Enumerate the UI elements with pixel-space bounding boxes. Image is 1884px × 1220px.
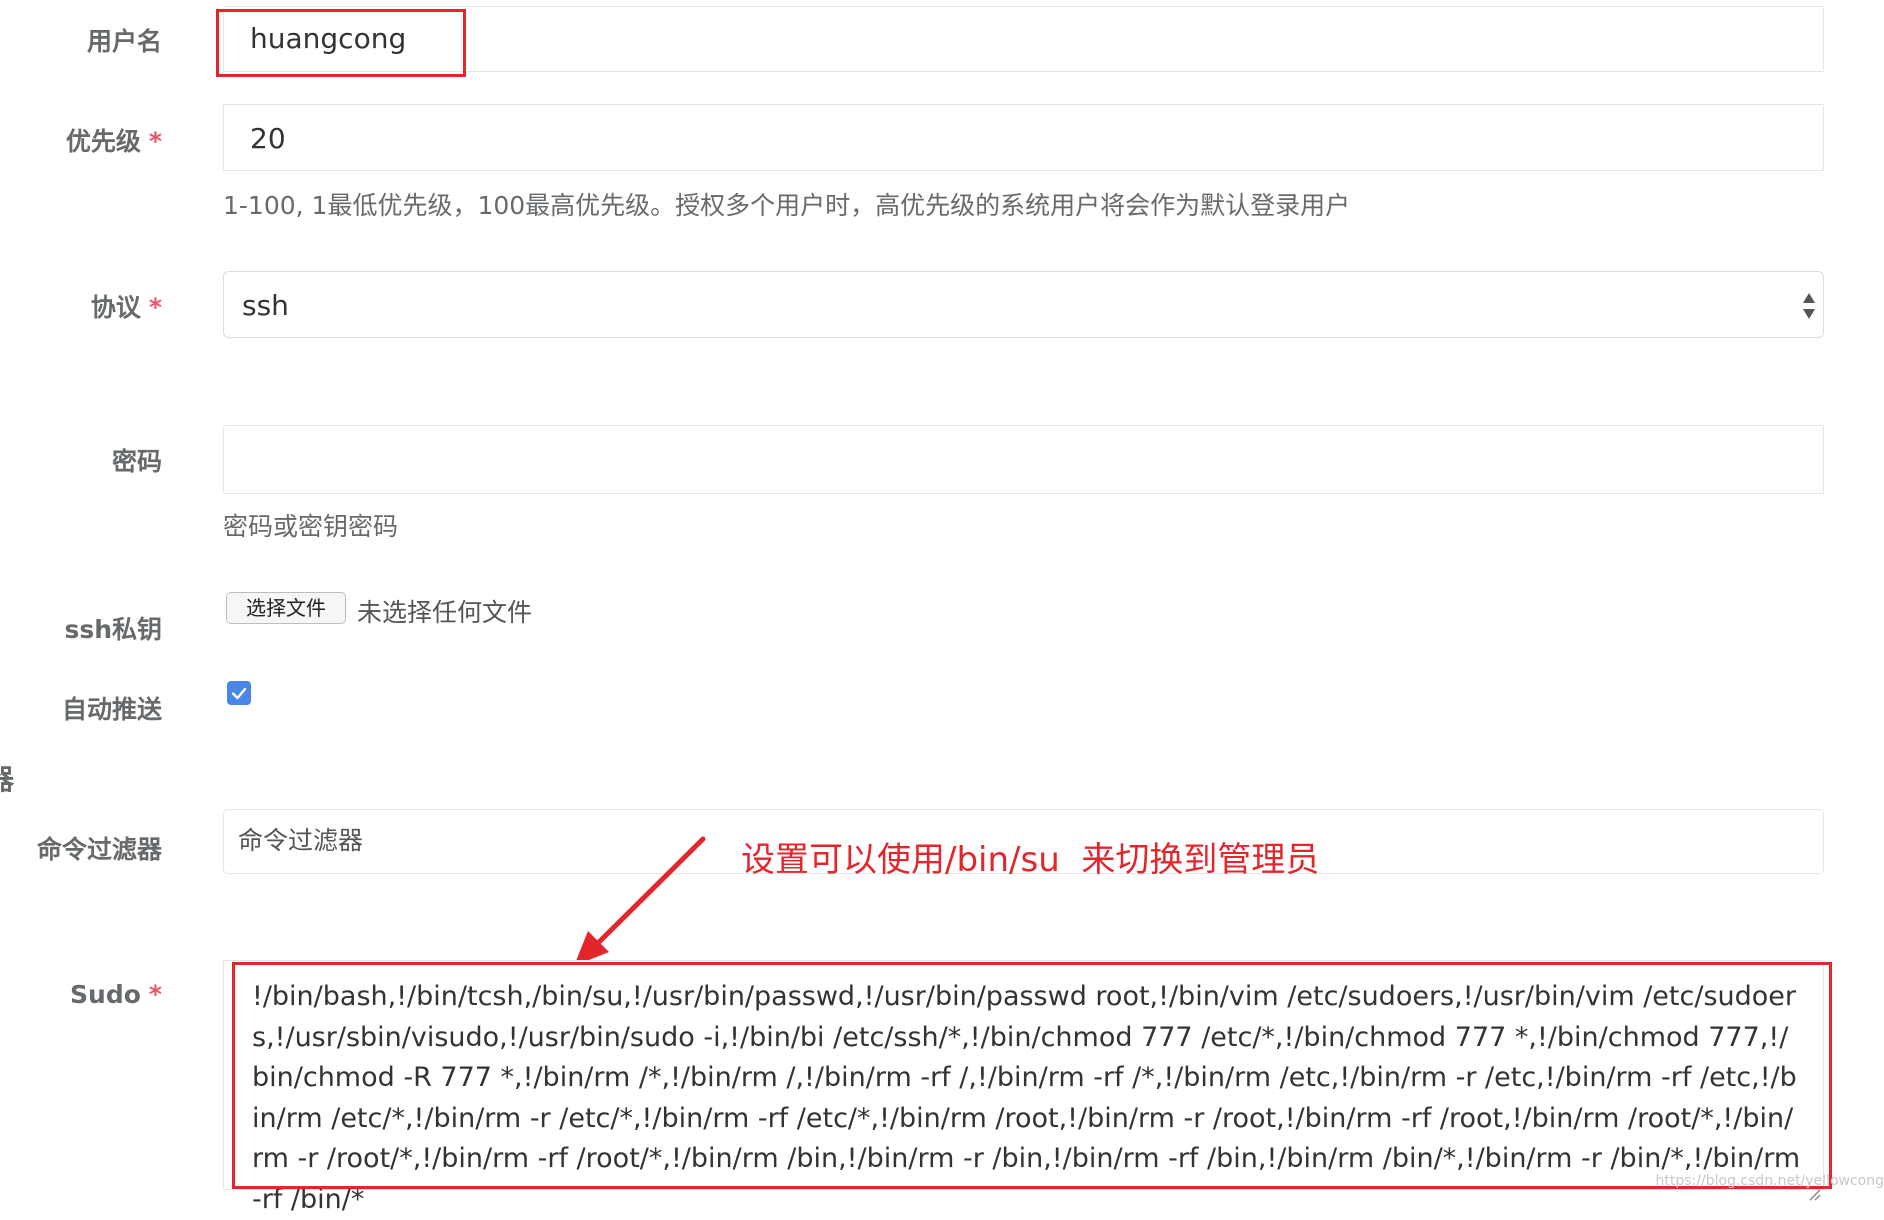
password-help-text: 密码或密钥密码 bbox=[223, 512, 399, 541]
protocol-value: ssh bbox=[242, 289, 289, 322]
username-label: 用户名 bbox=[86, 27, 162, 56]
checkmark-icon bbox=[231, 687, 247, 700]
protocol-select[interactable]: ssh bbox=[223, 271, 1824, 338]
cmd-filter-label: 命令过滤器 bbox=[36, 835, 162, 864]
required-asterisk: * bbox=[148, 293, 162, 322]
sudo-textarea[interactable]: !/bin/bash,!/bin/tcsh,/bin/su,!/usr/bin/… bbox=[223, 960, 1824, 1215]
protocol-label: 协议 * bbox=[90, 293, 162, 322]
ssh-key-label: ssh私钥 bbox=[64, 615, 162, 644]
watermark: https://blog.csdn.net/yellowcong bbox=[1655, 1173, 1884, 1189]
file-status-text: 未选择任何文件 bbox=[357, 598, 533, 627]
sudo-value: !/bin/bash,!/bin/tcsh,/bin/su,!/usr/bin/… bbox=[252, 981, 1801, 1215]
priority-label: 优先级 * bbox=[65, 127, 162, 156]
auto-push-label: 自动推送 bbox=[61, 695, 162, 724]
cmd-filter-placeholder: 命令过滤器 bbox=[238, 826, 364, 855]
username-input[interactable]: huangcong bbox=[223, 6, 1824, 72]
annotation-text: 设置可以使用/bin/su 来切换到管理员 bbox=[741, 840, 1320, 880]
priority-input[interactable]: 20 bbox=[223, 104, 1824, 171]
username-value: huangcong bbox=[250, 22, 407, 55]
password-label: 密码 bbox=[111, 447, 162, 476]
select-arrows-icon bbox=[1801, 291, 1817, 321]
required-asterisk: * bbox=[148, 980, 162, 1009]
choose-file-button[interactable]: 选择文件 bbox=[226, 592, 346, 624]
auto-push-checkbox[interactable] bbox=[227, 681, 251, 705]
priority-value: 20 bbox=[250, 122, 286, 155]
section-heading-fragment: 器 bbox=[0, 763, 15, 796]
required-asterisk: * bbox=[148, 127, 162, 156]
priority-help-text: 1-100, 1最低优先级，100最高优先级。授权多个用户时，高优先级的系统用户… bbox=[223, 191, 1351, 220]
sudo-label: Sudo * bbox=[70, 980, 162, 1009]
password-input[interactable] bbox=[223, 425, 1824, 494]
